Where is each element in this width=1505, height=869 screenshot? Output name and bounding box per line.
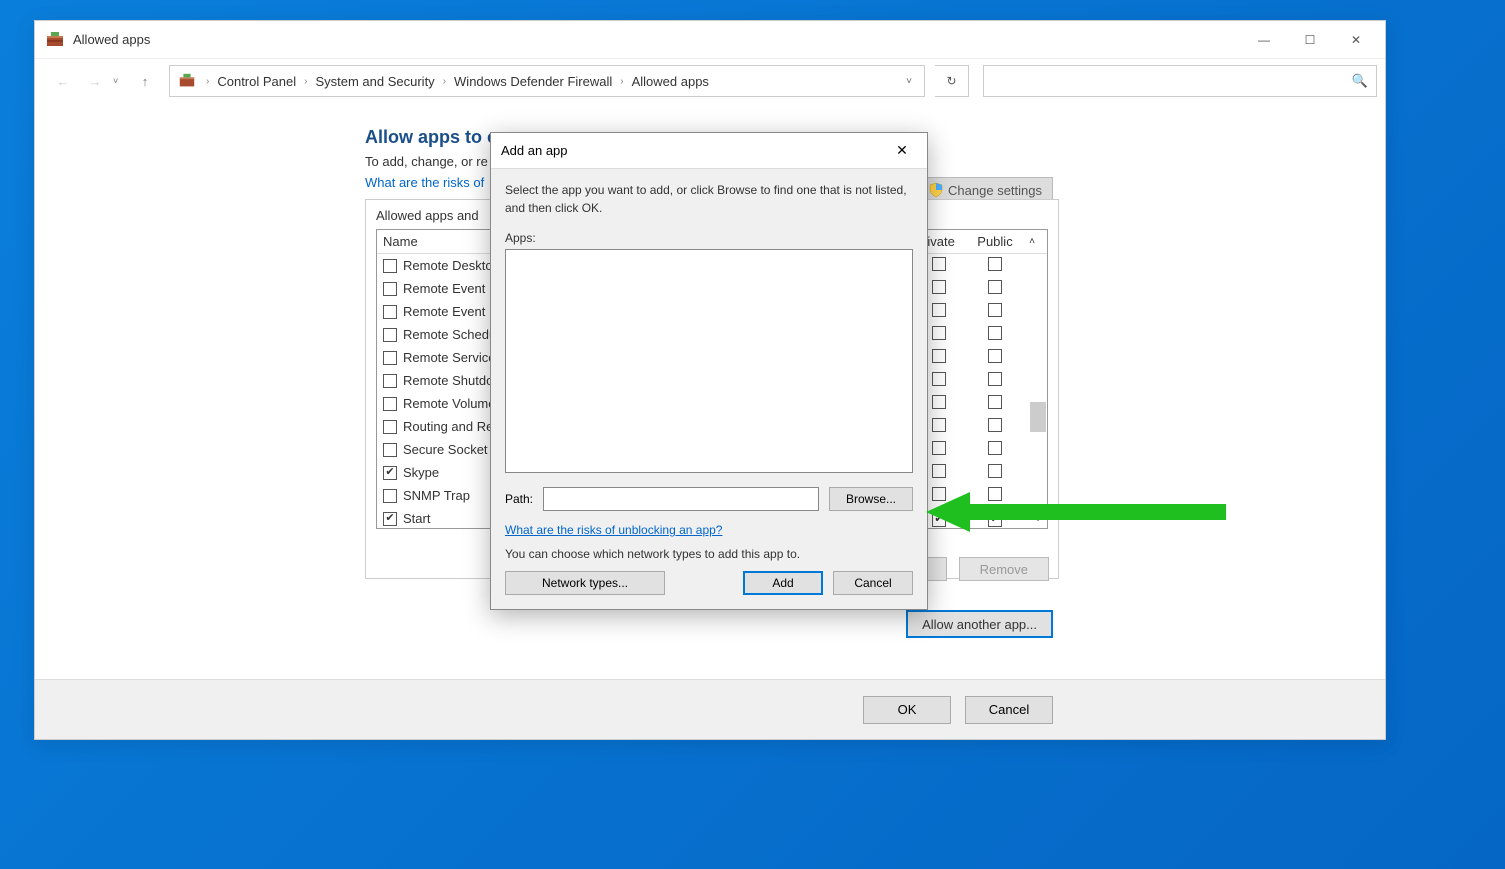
row-checkbox[interactable] bbox=[383, 443, 397, 457]
row-checkbox[interactable] bbox=[383, 420, 397, 434]
chevron-right-icon: › bbox=[439, 76, 450, 87]
dialog-titlebar: Add an app ✕ bbox=[491, 133, 927, 169]
dialog-close-button[interactable]: ✕ bbox=[887, 138, 917, 164]
public-checkbox[interactable] bbox=[988, 280, 1002, 294]
scroll-down-icon[interactable]: ˅ bbox=[1030, 511, 1046, 527]
dialog-instruction: Select the app you want to add, or click… bbox=[505, 181, 913, 217]
row-checkbox[interactable] bbox=[383, 374, 397, 388]
network-types-text: You can choose which network types to ad… bbox=[505, 547, 913, 561]
public-checkbox[interactable] bbox=[988, 441, 1002, 455]
path-label: Path: bbox=[505, 492, 533, 506]
firewall-icon bbox=[178, 72, 196, 90]
row-checkbox[interactable] bbox=[383, 512, 397, 526]
public-checkbox[interactable] bbox=[988, 257, 1002, 271]
nav-forward-button[interactable]: → bbox=[81, 67, 109, 95]
public-checkbox[interactable] bbox=[988, 418, 1002, 432]
breadcrumb-item[interactable]: Control Panel bbox=[217, 74, 296, 89]
scrollbar-thumb[interactable] bbox=[1030, 402, 1046, 432]
private-checkbox[interactable] bbox=[932, 349, 946, 363]
add-app-dialog: Add an app ✕ Select the app you want to … bbox=[490, 132, 928, 610]
nav-up-button[interactable]: ↑ bbox=[131, 67, 159, 95]
cancel-button[interactable]: Cancel bbox=[965, 696, 1053, 724]
private-checkbox[interactable] bbox=[932, 464, 946, 478]
dialog-buttons: Network types... Add Cancel bbox=[505, 571, 913, 595]
row-checkbox[interactable] bbox=[383, 305, 397, 319]
private-checkbox[interactable] bbox=[932, 303, 946, 317]
unblock-risks-link[interactable]: What are the risks of unblocking an app? bbox=[505, 523, 722, 537]
remove-button[interactable]: Remove bbox=[959, 557, 1049, 581]
row-checkbox[interactable] bbox=[383, 351, 397, 365]
row-checkbox[interactable] bbox=[383, 489, 397, 503]
private-checkbox[interactable] bbox=[932, 326, 946, 340]
close-button[interactable]: ✕ bbox=[1333, 25, 1379, 55]
row-checkbox[interactable] bbox=[383, 397, 397, 411]
private-checkbox[interactable] bbox=[932, 372, 946, 386]
window-title: Allowed apps bbox=[73, 32, 150, 47]
private-checkbox[interactable] bbox=[932, 257, 946, 271]
breadcrumb-item[interactable]: System and Security bbox=[315, 74, 434, 89]
row-checkbox[interactable] bbox=[383, 466, 397, 480]
path-input[interactable] bbox=[543, 487, 819, 511]
row-checkbox[interactable] bbox=[383, 259, 397, 273]
dialog-cancel-button[interactable]: Cancel bbox=[833, 571, 913, 595]
row-checkbox[interactable] bbox=[383, 282, 397, 296]
public-checkbox[interactable] bbox=[988, 349, 1002, 363]
network-types-button[interactable]: Network types... bbox=[505, 571, 665, 595]
public-checkbox[interactable] bbox=[988, 513, 1002, 527]
private-checkbox[interactable] bbox=[932, 487, 946, 501]
dialog-title: Add an app bbox=[501, 143, 887, 158]
address-dropdown-icon[interactable]: ˅ bbox=[902, 76, 916, 87]
private-checkbox[interactable] bbox=[932, 280, 946, 294]
browse-button[interactable]: Browse... bbox=[829, 487, 913, 511]
nav-back-button[interactable]: ← bbox=[49, 67, 77, 95]
path-row: Path: Browse... bbox=[505, 487, 913, 511]
search-icon: 🔍 bbox=[1352, 73, 1368, 89]
private-checkbox[interactable] bbox=[932, 513, 946, 527]
chevron-right-icon: › bbox=[616, 76, 627, 87]
public-checkbox[interactable] bbox=[988, 395, 1002, 409]
navbar: ← → ˅ ↑ › Control Panel › System and Sec… bbox=[35, 59, 1385, 103]
minimize-button[interactable]: — bbox=[1241, 25, 1287, 55]
breadcrumb-item[interactable]: Windows Defender Firewall bbox=[454, 74, 612, 89]
apps-listbox[interactable] bbox=[505, 249, 913, 473]
public-checkbox[interactable] bbox=[988, 303, 1002, 317]
firewall-icon bbox=[45, 30, 65, 50]
refresh-button[interactable]: ↻ bbox=[935, 65, 969, 97]
breadcrumb-item[interactable]: Allowed apps bbox=[632, 74, 709, 89]
chevron-right-icon: › bbox=[300, 76, 311, 87]
nav-history-dropdown[interactable]: ˅ bbox=[113, 76, 127, 86]
allow-another-app-button[interactable]: Allow another app... bbox=[906, 610, 1053, 638]
bottom-bar: OK Cancel bbox=[35, 679, 1385, 739]
column-public[interactable]: Public bbox=[967, 234, 1023, 249]
shield-icon bbox=[928, 182, 944, 198]
row-checkbox[interactable] bbox=[383, 328, 397, 342]
apps-label: Apps: bbox=[505, 231, 913, 245]
titlebar: Allowed apps — ☐ ✕ bbox=[35, 21, 1385, 59]
private-checkbox[interactable] bbox=[932, 441, 946, 455]
maximize-button[interactable]: ☐ bbox=[1287, 25, 1333, 55]
public-checkbox[interactable] bbox=[988, 464, 1002, 478]
ok-button[interactable]: OK bbox=[863, 696, 951, 724]
search-input[interactable]: 🔍 bbox=[983, 65, 1377, 97]
public-checkbox[interactable] bbox=[988, 487, 1002, 501]
private-checkbox[interactable] bbox=[932, 395, 946, 409]
public-checkbox[interactable] bbox=[988, 372, 1002, 386]
private-checkbox[interactable] bbox=[932, 418, 946, 432]
breadcrumb-bar[interactable]: › Control Panel › System and Security › … bbox=[169, 65, 925, 97]
chevron-right-icon: › bbox=[202, 76, 213, 87]
add-button[interactable]: Add bbox=[743, 571, 823, 595]
public-checkbox[interactable] bbox=[988, 326, 1002, 340]
scroll-up-icon[interactable]: ˄ bbox=[1023, 236, 1041, 247]
